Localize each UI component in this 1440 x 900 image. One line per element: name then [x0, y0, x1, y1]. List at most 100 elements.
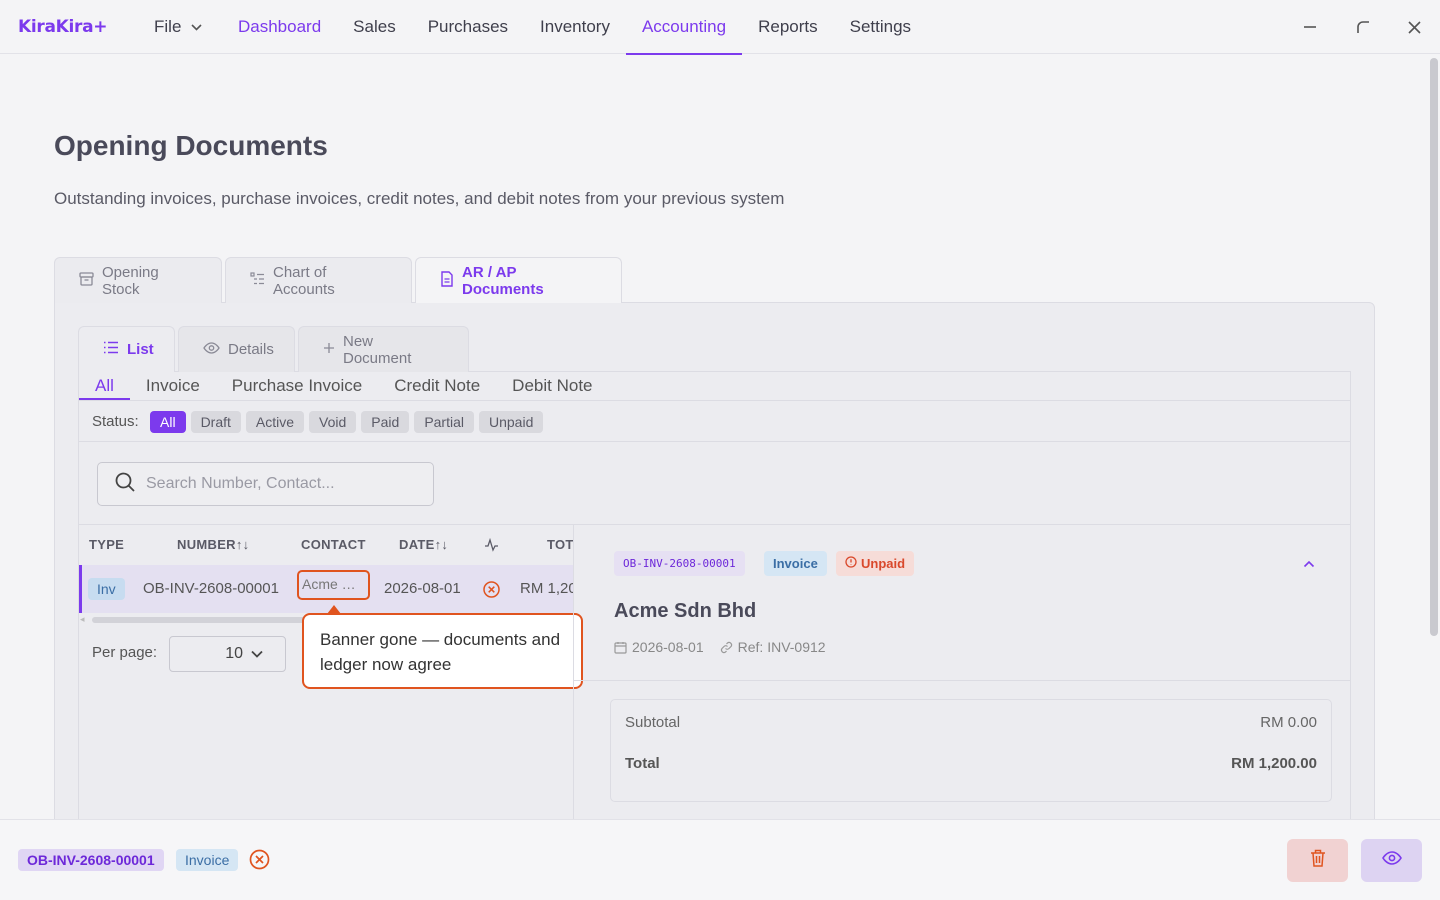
nav-sales[interactable]: Sales: [337, 0, 412, 54]
delete-button[interactable]: [1287, 839, 1348, 882]
column-header-total[interactable]: TOT: [547, 537, 574, 552]
ref-meta: Ref: INV-0912: [720, 639, 826, 655]
column-header-contact[interactable]: CONTACT: [301, 537, 366, 552]
column-header-date[interactable]: DATE↑↓: [399, 537, 448, 552]
link-icon: [720, 641, 733, 654]
chevron-up-icon[interactable]: [1303, 555, 1315, 571]
nav-settings[interactable]: Settings: [834, 0, 927, 54]
status-chip-partial[interactable]: Partial: [414, 411, 474, 433]
trash-icon: [1310, 849, 1326, 872]
nav-reports[interactable]: Reports: [742, 0, 834, 54]
main-nav: Dashboard Sales Purchases Inventory Acco…: [222, 0, 927, 55]
row-total: RM 1,20: [520, 580, 573, 597]
alert-circle-icon: [845, 556, 857, 571]
selected-document-type: Invoice: [176, 849, 239, 871]
minimize-icon[interactable]: [1297, 14, 1323, 40]
tab-new-document[interactable]: New Document: [298, 326, 469, 372]
contact-name: Acme Sdn Bhd: [614, 600, 757, 622]
divider: [79, 524, 1350, 525]
divider: [574, 680, 1350, 681]
nav-accounting[interactable]: Accounting: [625, 0, 743, 55]
pane-divider[interactable]: [573, 525, 574, 820]
tab-label: Opening Stock: [102, 263, 159, 298]
view-button[interactable]: [1361, 839, 1422, 882]
subtotal-label: Subtotal: [625, 714, 681, 731]
file-menu-label: File: [154, 17, 182, 36]
document-type-badge: Invoice: [764, 551, 827, 576]
activity-icon: [484, 537, 499, 557]
status-chip-draft[interactable]: Draft: [190, 411, 241, 433]
doc-type-purchase-invoice[interactable]: Purchase Invoice: [216, 372, 378, 400]
page-title: Opening Documents: [54, 130, 328, 161]
scroll-left-icon[interactable]: ◂: [80, 614, 85, 625]
per-page-label: Per page:: [92, 644, 158, 661]
tab-chart-of-accounts[interactable]: Chart of Accounts: [225, 257, 412, 303]
archive-icon: [79, 271, 94, 290]
subtotal-value: RM 0.00: [1260, 714, 1317, 731]
list-tree-icon: [250, 271, 265, 290]
tab-ar-ap-documents[interactable]: AR / AP Documents: [415, 257, 622, 303]
nav-dashboard[interactable]: Dashboard: [222, 0, 337, 54]
search-input[interactable]: [146, 475, 416, 493]
row-contact[interactable]: Acme …: [297, 570, 370, 600]
per-page-value: 10: [225, 645, 243, 662]
status-chip-paid[interactable]: Paid: [361, 411, 410, 433]
plus-icon: [323, 341, 335, 358]
status-chip-unpaid[interactable]: Unpaid: [479, 411, 544, 433]
doc-type-all[interactable]: All: [79, 372, 130, 400]
subtotal-row: Subtotal RM 0.00: [625, 714, 1317, 731]
document-ref: Ref: INV-0912: [737, 639, 826, 655]
file-menu[interactable]: File: [154, 0, 202, 54]
nav-purchases[interactable]: Purchases: [412, 0, 524, 54]
status-badge-label: Unpaid: [861, 556, 906, 571]
top-bar: KiraKira+ File Dashboard Sales Purchases…: [0, 0, 1440, 55]
row-number: OB-INV-2608-00001: [143, 580, 279, 597]
status-chip-active[interactable]: Active: [245, 411, 305, 433]
document-number-badge: OB-INV-2608-00001: [614, 551, 745, 576]
per-page-select[interactable]: 10: [169, 636, 286, 672]
tab-details[interactable]: Details: [178, 326, 295, 372]
horizontal-scrollbar[interactable]: [92, 617, 307, 623]
document-type-tabs: All Invoice Purchase Invoice Credit Note…: [79, 372, 609, 400]
eye-icon: [1381, 851, 1402, 870]
date-meta: 2026-08-01: [614, 639, 704, 655]
callout-tooltip: Banner gone — documents and ledger now a…: [302, 613, 583, 689]
totals-card: Subtotal RM 0.00 Total RM 1,200.00: [610, 699, 1332, 802]
row-date: 2026-08-01: [384, 580, 461, 597]
status-error-icon: [249, 849, 270, 875]
close-icon[interactable]: [1401, 14, 1427, 40]
eye-icon: [203, 341, 220, 358]
search-icon: [114, 471, 136, 498]
doc-type-invoice[interactable]: Invoice: [130, 372, 216, 400]
tab-label: AR / AP Documents: [462, 263, 544, 298]
tab-opening-stock[interactable]: Opening Stock: [54, 257, 222, 303]
tab-label: List: [127, 341, 154, 358]
status-label: Status:: [92, 413, 139, 430]
restore-icon[interactable]: [1350, 14, 1376, 40]
status-chip-void[interactable]: Void: [309, 411, 357, 433]
tab-label: Details: [228, 341, 274, 358]
document-icon: [440, 270, 454, 291]
total-row: Total RM 1,200.00: [625, 755, 1317, 772]
total-value: RM 1,200.00: [1231, 755, 1317, 772]
divider: [79, 400, 1350, 401]
nav-inventory[interactable]: Inventory: [524, 0, 626, 54]
total-label: Total: [625, 755, 660, 772]
selected-document-number: OB-INV-2608-00001: [18, 849, 164, 871]
tab-label: Chart of Accounts: [273, 263, 335, 298]
doc-type-debit-note[interactable]: Debit Note: [496, 372, 608, 400]
list-icon: [103, 341, 119, 358]
status-filter: All Draft Active Void Paid Partial Unpai…: [150, 411, 544, 433]
column-header-number[interactable]: NUMBER↑↓: [177, 537, 249, 552]
status-error-icon: [483, 581, 500, 603]
column-header-type[interactable]: TYPE: [89, 537, 124, 552]
document-meta: 2026-08-01 Ref: INV-0912: [614, 639, 826, 655]
status-chip-all[interactable]: All: [150, 411, 186, 433]
doc-type-credit-note[interactable]: Credit Note: [378, 372, 496, 400]
calendar-icon: [614, 641, 627, 654]
page-subtitle: Outstanding invoices, purchase invoices,…: [54, 189, 785, 208]
tab-list[interactable]: List: [78, 326, 175, 372]
chevron-down-icon: [251, 645, 263, 663]
tab-label: New Document: [343, 332, 412, 367]
vertical-scrollbar[interactable]: [1430, 58, 1438, 636]
